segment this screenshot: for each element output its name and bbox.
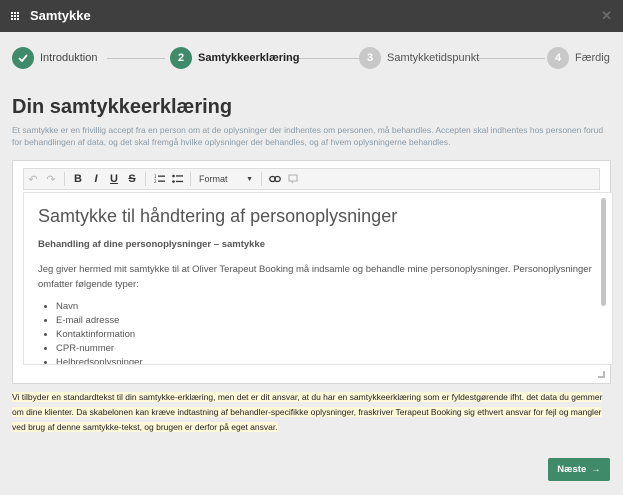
- resize-handle[interactable]: [598, 371, 605, 378]
- toolbar-divider: [190, 172, 191, 186]
- ordered-list-icon[interactable]: 12: [150, 168, 168, 190]
- step-label: Samtykketidspunkt: [387, 52, 480, 64]
- format-dropdown[interactable]: Format ▼: [195, 168, 257, 190]
- list-item: CPR-nummer: [56, 342, 599, 356]
- editor-scrollbar[interactable]: [601, 198, 606, 306]
- underline-button[interactable]: U: [105, 168, 123, 190]
- rich-text-editor: ↶ ↷ B I U S 12 Format ▼ Samtykke til hån…: [12, 160, 613, 384]
- document-body: Samtykke til håndtering af personoplysni…: [24, 193, 599, 364]
- step-label: Introduktion: [40, 52, 98, 64]
- chevron-down-icon: ▼: [246, 175, 253, 183]
- next-button[interactable]: Næste →: [548, 458, 610, 481]
- arrow-right-icon: →: [591, 464, 601, 475]
- document-list: Navn E-mail adresse Kontaktinformation C…: [56, 300, 599, 364]
- list-item: E-mail adresse: [56, 314, 599, 328]
- intro-text: Et samtykke er en frivillig accept fra e…: [12, 125, 604, 147]
- step-samtykketidspunkt[interactable]: 3 Samtykketidspunkt: [359, 47, 479, 69]
- editor-content[interactable]: Samtykke til håndtering af personoplysni…: [23, 192, 613, 365]
- close-icon[interactable]: ✕: [601, 8, 612, 24]
- bullet-list-icon[interactable]: [168, 168, 186, 190]
- link-icon[interactable]: [266, 168, 284, 190]
- strikethrough-button[interactable]: S: [123, 168, 141, 190]
- stepper: Introduktion 2 Samtykkeerklæring 3 Samty…: [12, 47, 612, 69]
- disclaimer-text: Vi tilbyder en standardtekst til din sam…: [12, 390, 612, 435]
- step-number: 3: [359, 47, 381, 69]
- step-faerdig[interactable]: 4 Færdig: [547, 47, 610, 69]
- window-title: Samtykke: [30, 8, 91, 23]
- bold-button[interactable]: B: [69, 168, 87, 190]
- format-dropdown-label: Format: [199, 174, 228, 184]
- title-bar: Samtykke ✕: [0, 0, 623, 32]
- undo-icon[interactable]: ↶: [24, 168, 42, 190]
- list-item: Navn: [56, 300, 599, 314]
- grid-icon[interactable]: [11, 12, 19, 20]
- next-button-label: Næste: [557, 464, 587, 475]
- list-item: Kontaktinformation: [56, 328, 599, 342]
- toolbar-divider: [261, 172, 262, 186]
- step-connector: [476, 58, 545, 59]
- step-label: Færdig: [575, 52, 610, 64]
- step-samtykkeerklaering[interactable]: 2 Samtykkeerklæring: [170, 47, 300, 69]
- toolbar-divider: [64, 172, 65, 186]
- toolbar-divider: [145, 172, 146, 186]
- page-title: Din samtykkeerklæring: [12, 96, 233, 118]
- redo-icon[interactable]: ↷: [42, 168, 60, 190]
- editor-toolbar: ↶ ↷ B I U S 12 Format ▼: [23, 168, 600, 190]
- step-connector: [107, 58, 165, 59]
- step-label: Samtykkeerklæring: [198, 52, 300, 64]
- disclaimer-highlight: Vi tilbyder en standardtekst til din sam…: [12, 392, 603, 432]
- document-subheading: Behandling af dine personoplysninger – s…: [38, 239, 266, 250]
- document-paragraph: Jeg giver hermed mit samtykke til at Oli…: [38, 264, 592, 290]
- step-number: 2: [170, 47, 192, 69]
- step-introduktion[interactable]: Introduktion: [12, 47, 97, 69]
- italic-button[interactable]: I: [87, 168, 105, 190]
- check-icon: [12, 47, 34, 69]
- document-heading: Samtykke til håndtering af personoplysni…: [38, 206, 398, 226]
- list-item: Helbredsoplysninger: [56, 356, 599, 364]
- unlink-icon[interactable]: [284, 168, 302, 190]
- svg-text:2: 2: [154, 179, 157, 184]
- step-number: 4: [547, 47, 569, 69]
